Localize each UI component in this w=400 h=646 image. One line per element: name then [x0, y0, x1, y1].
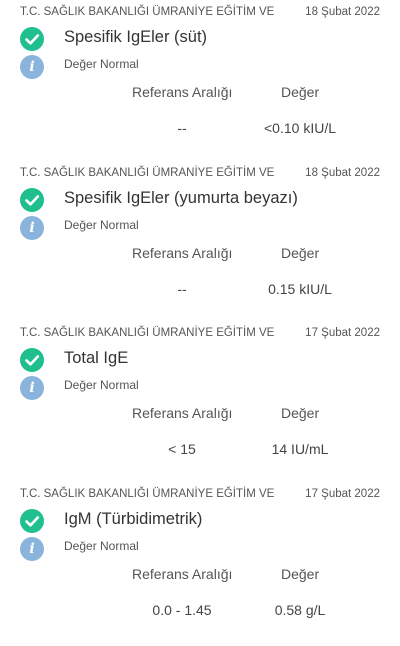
reference-range-value: 0.0 - 1.45 [152, 602, 212, 618]
info-icon[interactable]: i [20, 376, 44, 400]
result-value: 14 IU/mL [271, 441, 329, 457]
hospital-name: T.C. SAĞLIK BAKANLIĞI ÜMRANİYE EĞİTİM VE [20, 167, 275, 179]
status-text: Değer Normal [64, 218, 139, 232]
result-value: <0.10 kIU/L [264, 120, 336, 136]
reference-range-header: Referans Aralığı [132, 566, 233, 582]
reference-range-value: -- [177, 120, 187, 136]
result-date: 17 Şubat 2022 [305, 488, 380, 500]
result-date: 18 Şubat 2022 [305, 167, 380, 179]
reference-range-value: -- [177, 281, 187, 297]
value-header: Değer [281, 84, 320, 100]
result-value: 0.58 g/L [274, 602, 326, 618]
status-text: Değer Normal [64, 378, 139, 392]
reference-range-header: Referans Aralığı [132, 84, 233, 100]
result-card[interactable]: T.C. SAĞLIK BAKANLIĞI ÜMRANİYE EĞİTİM VE… [0, 161, 400, 321]
hospital-name: T.C. SAĞLIK BAKANLIĞI ÜMRANİYE EĞİTİM VE [20, 488, 275, 500]
info-icon[interactable]: i [20, 55, 44, 79]
reference-range-header: Referans Aralığı [132, 405, 233, 421]
result-value: 0.15 kIU/L [268, 281, 332, 297]
check-circle-icon [20, 188, 44, 212]
result-card[interactable]: T.C. SAĞLIK BAKANLIĞI ÜMRANİYE EĞİTİM VE… [0, 482, 400, 642]
info-icon[interactable]: i [20, 537, 44, 561]
result-date: 18 Şubat 2022 [305, 6, 380, 18]
result-date: 17 Şubat 2022 [305, 327, 380, 339]
check-circle-icon [20, 509, 44, 533]
reference-range-header: Referans Aralığı [132, 245, 233, 261]
hospital-name: T.C. SAĞLIK BAKANLIĞI ÜMRANİYE EĞİTİM VE [20, 6, 275, 18]
test-name: Total IgE [64, 349, 129, 367]
status-text: Değer Normal [64, 539, 139, 553]
check-circle-icon [20, 348, 44, 372]
status-text: Değer Normal [64, 57, 139, 71]
value-header: Değer [281, 405, 320, 421]
test-name: Spesifik IgEler (yumurta beyazı) [64, 189, 298, 207]
value-header: Değer [281, 245, 320, 261]
test-name: IgM (Türbidimetrik) [64, 510, 203, 528]
result-card[interactable]: T.C. SAĞLIK BAKANLIĞI ÜMRANİYE EĞİTİM VE… [0, 0, 400, 160]
check-circle-icon [20, 27, 44, 51]
test-name: Spesifik IgEler (süt) [64, 28, 208, 46]
value-header: Değer [281, 566, 320, 582]
info-icon[interactable]: i [20, 216, 44, 240]
hospital-name: T.C. SAĞLIK BAKANLIĞI ÜMRANİYE EĞİTİM VE [20, 327, 275, 339]
result-card[interactable]: T.C. SAĞLIK BAKANLIĞI ÜMRANİYE EĞİTİM VE… [0, 321, 400, 481]
reference-range-value: < 15 [168, 441, 196, 457]
